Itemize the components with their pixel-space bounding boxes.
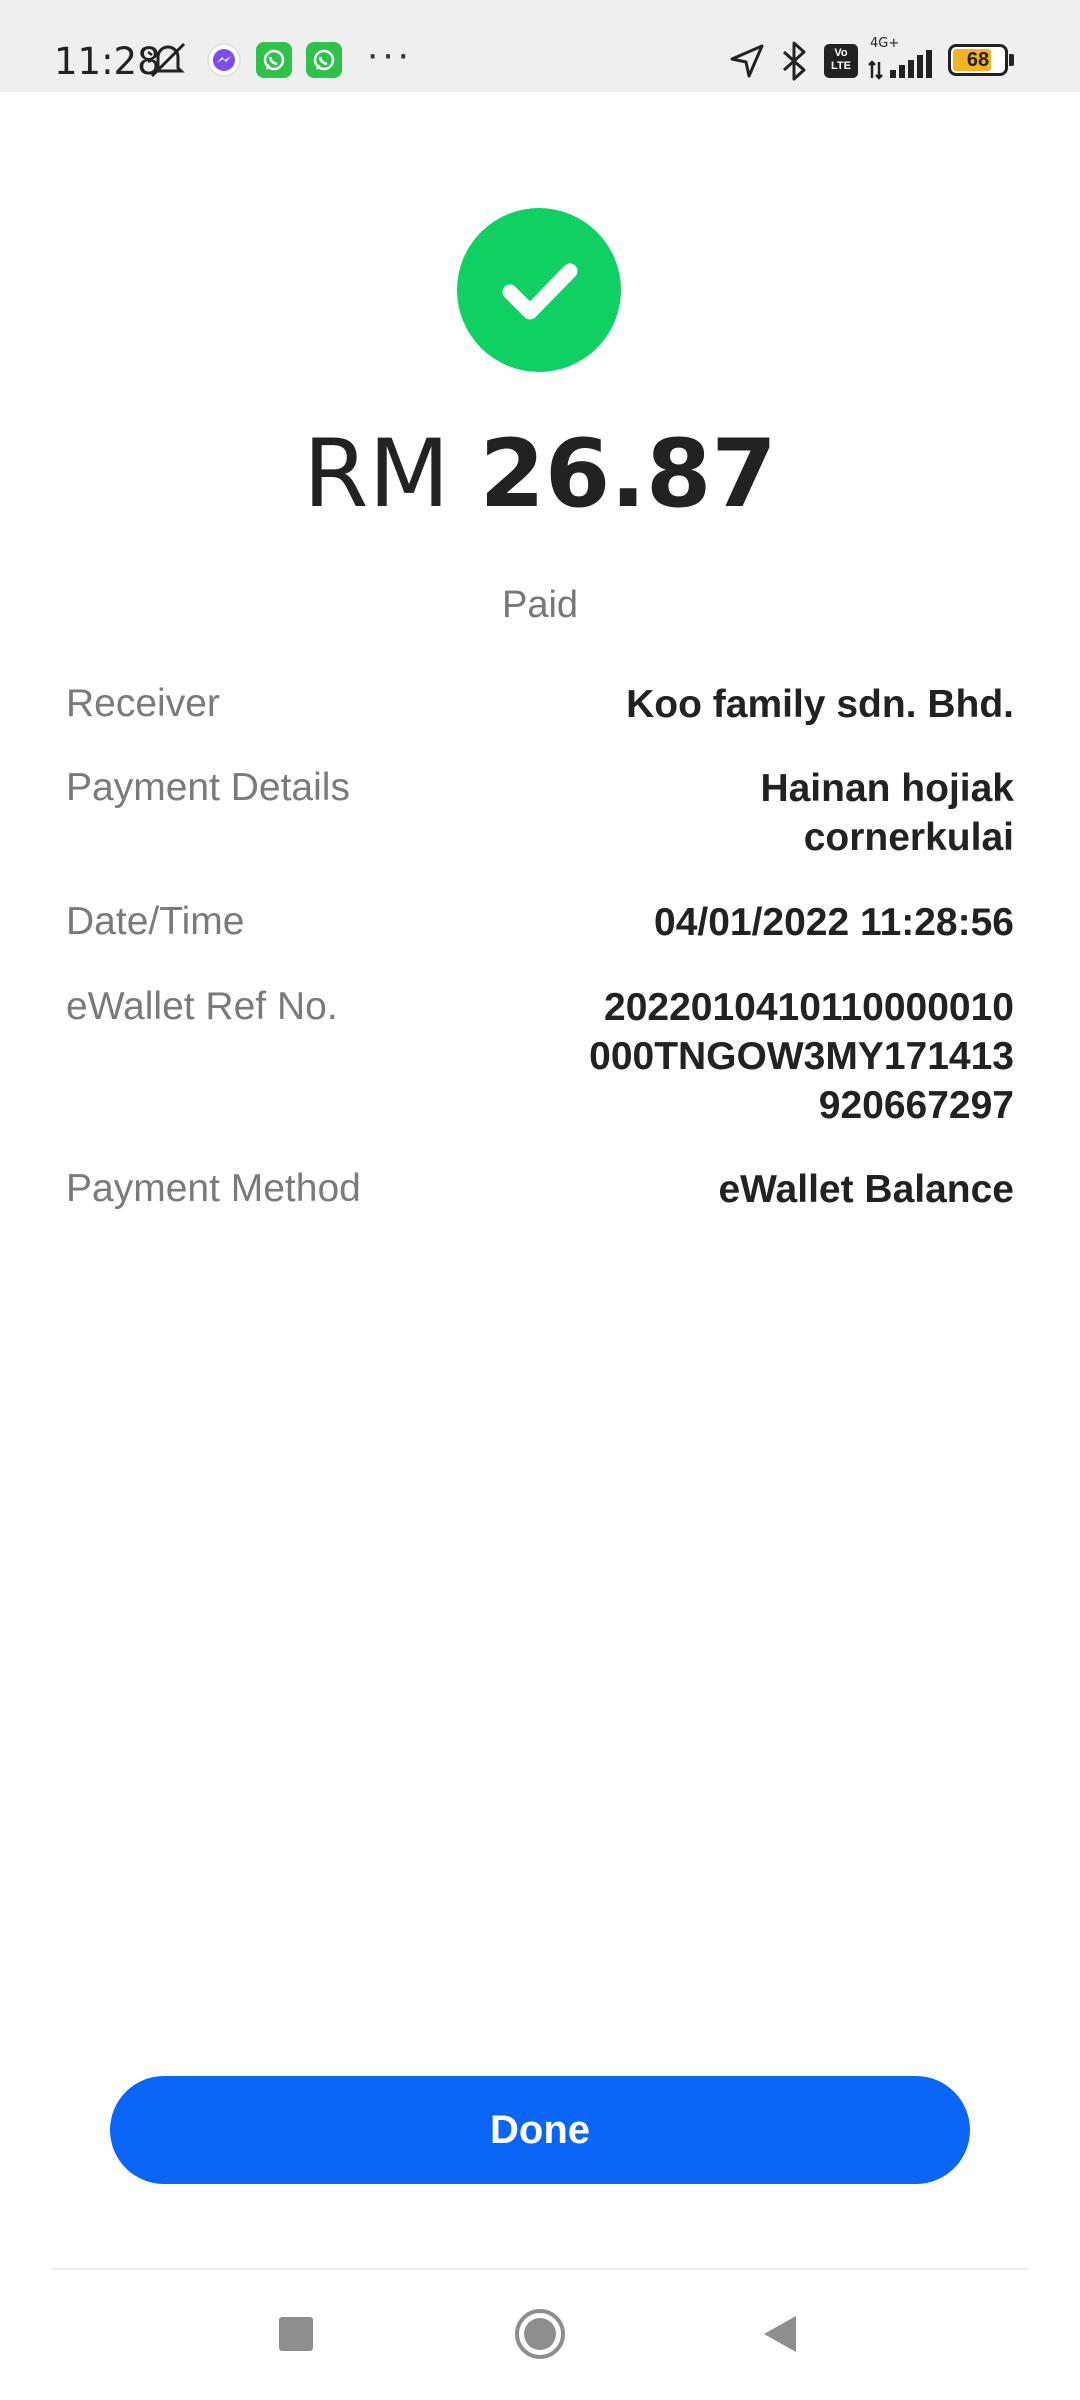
location-arrow-icon xyxy=(730,44,764,78)
recents-square-icon[interactable] xyxy=(278,2316,314,2352)
muted-bell-icon xyxy=(147,42,186,78)
network-label: 4G+ xyxy=(870,36,900,51)
date-time-value: 04/01/2022 11:28:56 xyxy=(654,901,1014,944)
bluetooth-icon xyxy=(782,41,806,81)
date-time-label: Date/Time xyxy=(66,900,245,943)
payment-details: Receiver Koo family sdn. Bhd. Payment De… xyxy=(66,680,1014,1225)
detail-row-payment-details: Payment Details Hainan hojiak cornerkula… xyxy=(66,764,1014,898)
detail-row-ref-no: eWallet Ref No. 2022010410110000010 000T… xyxy=(66,983,1014,1165)
battery-icon: 68 xyxy=(948,44,1016,76)
whatsapp-icon xyxy=(306,42,342,78)
messenger-icon xyxy=(207,43,241,77)
detail-row-payment-method: Payment Method eWallet Balance xyxy=(66,1165,1014,1225)
receiver-value: Koo family sdn. Bhd. xyxy=(626,683,1014,726)
payment-method-label: Payment Method xyxy=(66,1167,361,1210)
payment-method-value: eWallet Balance xyxy=(718,1168,1014,1211)
status-time: 11:28 xyxy=(54,40,161,83)
status-bar: 11:28 ··· Vo LTE 4G+ 68 xyxy=(0,0,1080,92)
nav-divider xyxy=(52,2268,1028,2270)
payment-details-value: Hainan hojiak cornerkulai xyxy=(760,767,1014,859)
detail-row-receiver: Receiver Koo family sdn. Bhd. xyxy=(66,680,1014,764)
success-check-badge xyxy=(457,208,621,372)
ref-no-label: eWallet Ref No. xyxy=(66,985,338,1028)
ref-no-value: 2022010410110000010 000TNGOW3MY171413 92… xyxy=(589,986,1014,1127)
receiver-label: Receiver xyxy=(66,682,220,725)
signal-4g-icon: 4G+ xyxy=(868,36,938,80)
done-button[interactable]: Done xyxy=(110,2076,970,2184)
back-triangle-icon[interactable] xyxy=(762,2314,798,2354)
check-icon xyxy=(502,263,578,320)
more-dots-icon: ··· xyxy=(366,32,412,76)
whatsapp-icon xyxy=(256,42,292,78)
amount-value: 26.87 xyxy=(479,420,777,529)
volte-icon: Vo LTE xyxy=(824,44,858,78)
payment-details-label: Payment Details xyxy=(66,766,350,809)
payment-status: Paid xyxy=(501,584,579,626)
detail-row-date-time: Date/Time 04/01/2022 11:28:56 xyxy=(66,898,1014,983)
battery-level: 68 xyxy=(966,49,990,71)
home-circle-icon[interactable] xyxy=(514,2308,566,2360)
payment-amount: RM 26.87 xyxy=(0,428,1080,522)
amount-currency: RM xyxy=(303,420,450,529)
